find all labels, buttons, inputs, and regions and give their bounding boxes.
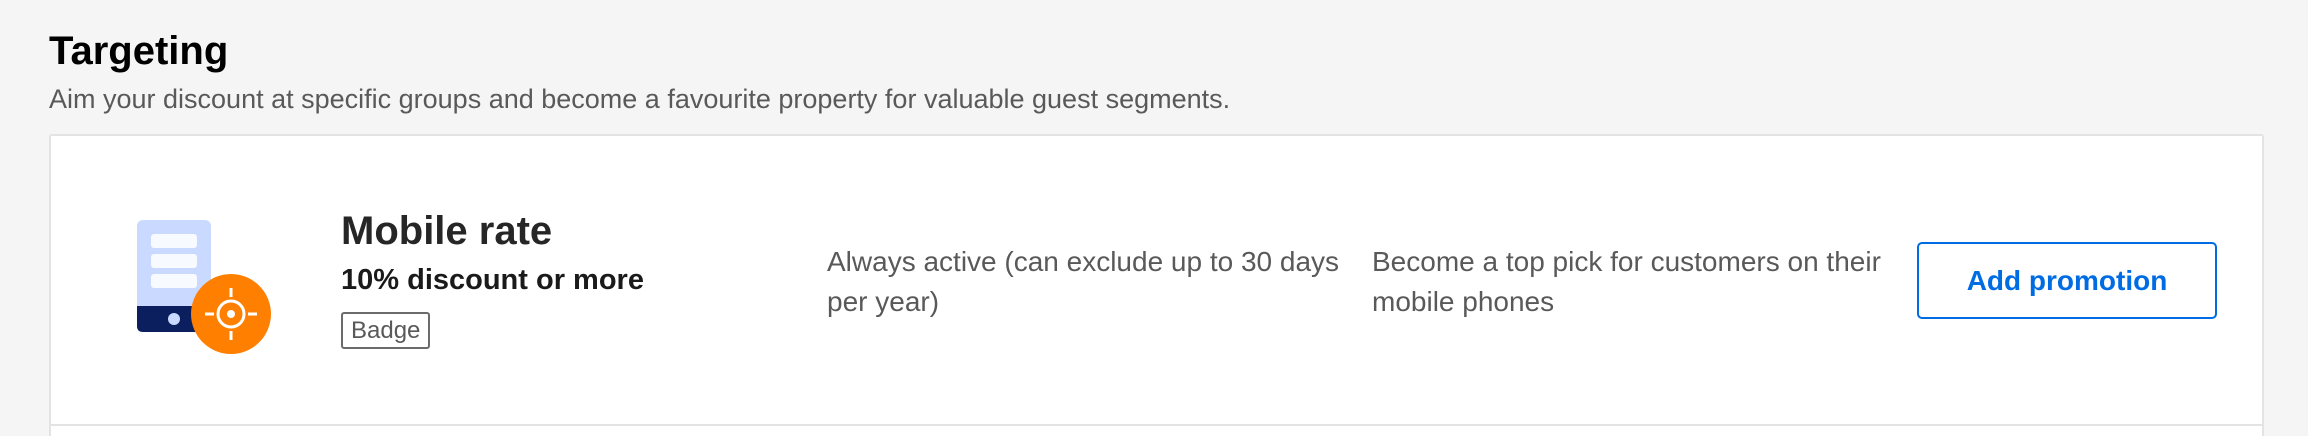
add-promotion-button[interactable]: Add promotion xyxy=(1917,242,2217,319)
promotion-benefit: Become a top pick for customers on their… xyxy=(1372,246,1881,317)
promotion-discount: 10% discount or more xyxy=(341,264,644,296)
promotion-badge: Badge xyxy=(341,312,431,349)
promotion-card-mobile-rate: Mobile rate 10% discount or more Badge A… xyxy=(49,134,2264,436)
promotion-title: Mobile rate xyxy=(341,209,553,253)
targeting-section: Targeting Aim your discount at specific … xyxy=(0,0,2308,436)
mobile-phone-target-icon xyxy=(137,220,271,354)
section-title: Targeting xyxy=(49,29,229,73)
section-subtitle: Aim your discount at specific groups and… xyxy=(49,84,1231,114)
promotion-availability: Always active (can exclude up to 30 days… xyxy=(827,246,1340,317)
card-divider xyxy=(51,424,2262,426)
